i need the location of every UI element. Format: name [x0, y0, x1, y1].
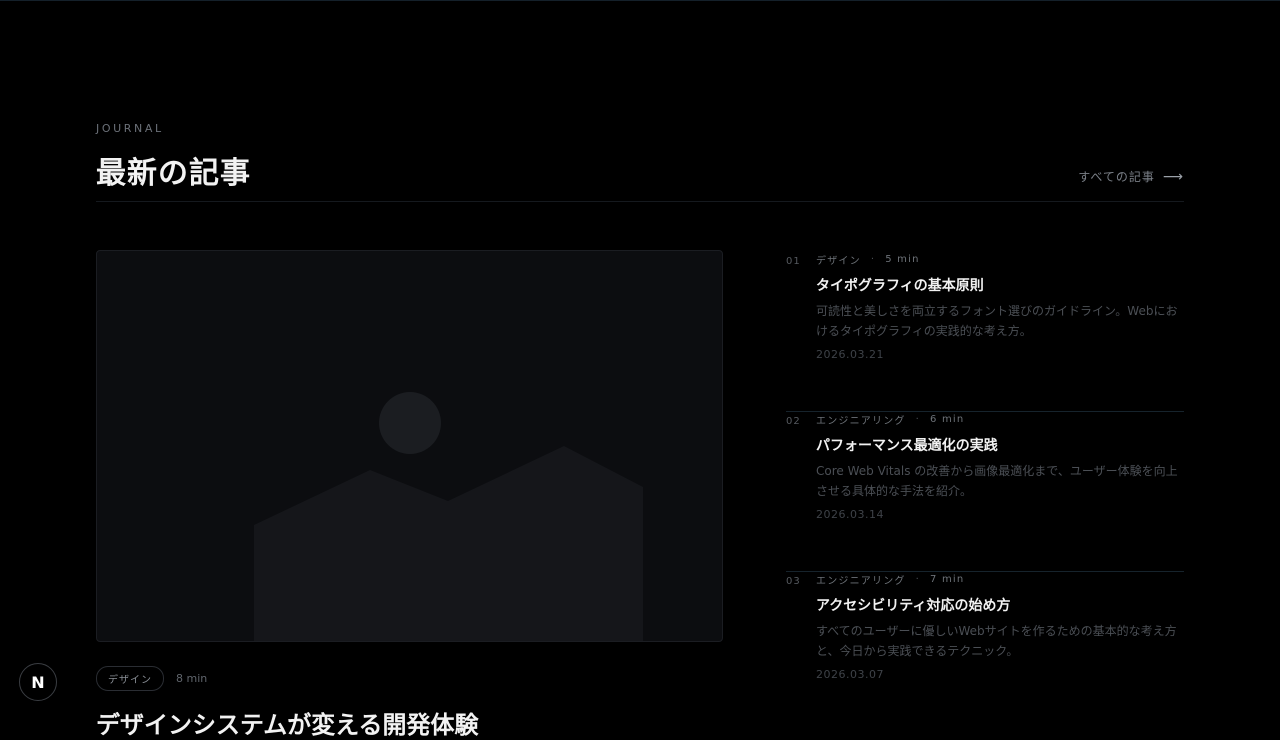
article-read-time: 6 min [930, 414, 965, 425]
featured-tag[interactable]: デザイン [96, 666, 164, 691]
article-meta: エンジニアリング · 7 min [816, 572, 964, 587]
image-placeholder-icon [254, 392, 643, 641]
featured-title[interactable]: デザインシステムが変える開発体験 [96, 705, 479, 740]
article-category: エンジニアリング [816, 416, 906, 427]
featured-meta: デザイン 8 min [96, 666, 207, 691]
article-excerpt: 可読性と美しさを両立するフォント選びのガイドライン。Webにおけるタイポグラフィ… [816, 304, 1178, 338]
section-heading: 最新の記事 [96, 156, 251, 191]
article-item[interactable]: 01 デザイン · 5 min タイポグラフィの基本原則 可読性と美しさを両立す… [786, 252, 1184, 412]
article-excerpt: すべてのユーザーに優しいWebサイトを作るための基本的な考え方と、今日から実践で… [816, 624, 1177, 658]
meta-separator: · [870, 254, 876, 265]
article-title[interactable]: タイポグラフィの基本原則 [816, 275, 984, 295]
article-date: 2026.03.07 [816, 668, 884, 681]
meta-separator: · [915, 574, 920, 585]
article-date: 2026.03.21 [816, 348, 884, 361]
article-title[interactable]: アクセシビリティ対応の始め方 [816, 595, 1010, 615]
article-read-time: 5 min [885, 254, 920, 265]
article-item[interactable]: 03 エンジニアリング · 7 min アクセシビリティ対応の始め方 すべてのユ… [786, 572, 1184, 720]
nav-badge-label: N [31, 672, 45, 692]
nextjs-logo-icon[interactable]: N [19, 663, 57, 701]
article-excerpt: Core Web Vitals の改善から画像最適化まで、ユーザー体験を向上させ… [816, 464, 1178, 498]
section-eyebrow: JOURNAL [96, 122, 164, 135]
featured-image[interactable] [96, 250, 723, 642]
header-divider [96, 201, 1184, 202]
journal-section: JOURNAL 最新の記事 すべての記事 ⟶ デザイン 8 min デザインシス… [96, 0, 1184, 739]
article-date: 2026.03.14 [816, 508, 884, 521]
article-meta: デザイン · 5 min [816, 252, 920, 267]
view-all-label: すべての記事 [1078, 170, 1155, 184]
article-title[interactable]: パフォーマンス最適化の実践 [816, 435, 998, 455]
article-item[interactable]: 02 エンジニアリング · 6 min パフォーマンス最適化の実践 Core W… [786, 412, 1184, 572]
arrow-right-icon: ⟶ [1162, 168, 1184, 185]
view-all-link[interactable]: すべての記事 ⟶ [1078, 168, 1184, 185]
article-meta: エンジニアリング · 6 min [816, 412, 964, 427]
meta-separator: · [915, 414, 920, 425]
featured-read-time: 8 min [176, 672, 208, 685]
article-number: 01 [786, 256, 801, 267]
article-category: デザイン [816, 256, 861, 267]
article-number: 03 [786, 576, 801, 587]
article-category: エンジニアリング [816, 576, 906, 587]
article-read-time: 7 min [930, 574, 965, 585]
article-number: 02 [786, 416, 801, 427]
